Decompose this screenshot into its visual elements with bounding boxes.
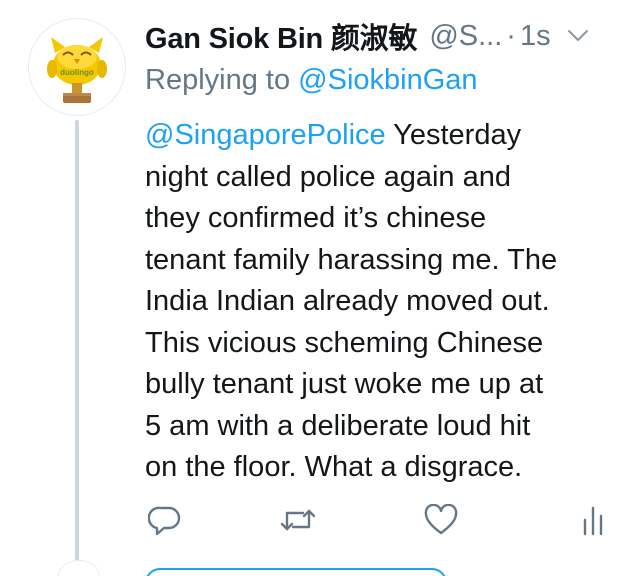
tweet-header: Gan Siok Bin 颜淑敏 @S... · 1s bbox=[145, 14, 615, 58]
mention-link[interactable]: @SingaporePolice bbox=[145, 119, 386, 151]
analytics-button[interactable] bbox=[573, 502, 613, 538]
tweet-text-line: This vicious scheming Chinese bbox=[145, 326, 544, 359]
tweet-text-line: night called police again and bbox=[145, 160, 511, 193]
thread-line bbox=[75, 120, 79, 576]
tweet-text-line: they confirmed it’s chinese bbox=[145, 202, 487, 234]
avatar[interactable]: duolingo bbox=[28, 18, 126, 116]
tweet-text-segment: Yesterday bbox=[385, 119, 522, 151]
next-tweet-avatar[interactable] bbox=[58, 560, 100, 576]
tweet-text-line: India Indian already moved out. bbox=[145, 285, 550, 317]
separator-dot: · bbox=[506, 19, 516, 52]
reply-to-mention-link[interactable]: @SiokbinGan bbox=[298, 64, 477, 96]
reply-icon bbox=[148, 506, 181, 536]
avatar-brand-text: duolingo bbox=[60, 68, 94, 77]
like-button[interactable] bbox=[421, 502, 461, 538]
tweet-text-line: 5 am with a deliberate loud hit bbox=[145, 409, 531, 442]
next-tweet-button[interactable] bbox=[145, 568, 447, 576]
author-handle[interactable]: @S... bbox=[429, 20, 502, 53]
tweet-text-line: tenant family harassing me. The bbox=[145, 243, 558, 276]
heart-icon bbox=[424, 504, 458, 535]
retweet-button[interactable] bbox=[278, 502, 318, 538]
tweet[interactable]: duolingo Gan Siok Bin 颜淑敏 @S... · 1s Rep… bbox=[0, 0, 640, 576]
tweet-text-line: @SingaporePolice Yesterday bbox=[145, 115, 615, 157]
analytics-icon bbox=[583, 506, 603, 536]
timestamp[interactable]: 1s bbox=[520, 20, 551, 53]
author-name[interactable]: Gan Siok Bin 颜淑敏 bbox=[145, 15, 418, 57]
replying-to: Replying to @SiokbinGan bbox=[145, 64, 478, 97]
reply-button[interactable] bbox=[145, 502, 185, 538]
chevron-down-icon[interactable] bbox=[567, 29, 589, 43]
tweet-actions bbox=[145, 502, 615, 538]
replying-to-label: Replying to bbox=[145, 64, 291, 96]
tweet-text: @SingaporePolice Yesterday night called … bbox=[145, 115, 615, 489]
retweet-icon bbox=[280, 509, 316, 531]
tweet-text-line: bully tenant just woke me up at bbox=[145, 368, 544, 400]
duolingo-owl-trophy-icon: duolingo bbox=[47, 37, 107, 103]
tweet-text-line: on the floor. What a disgrace. bbox=[145, 451, 523, 483]
